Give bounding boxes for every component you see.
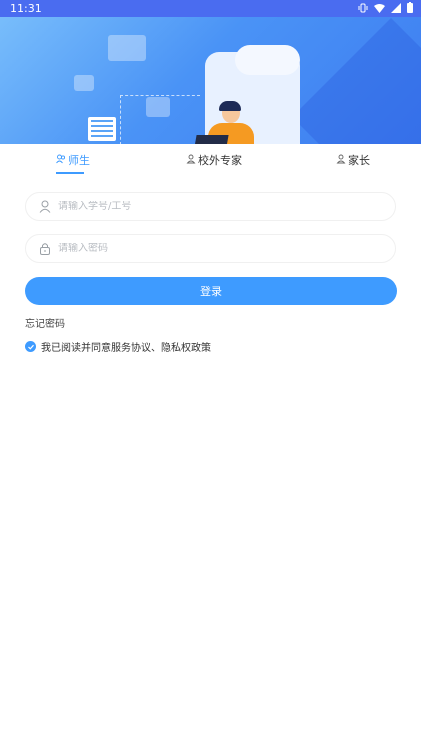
password-field[interactable] xyxy=(25,234,396,263)
tab-label: 师生 xyxy=(68,154,90,167)
vibrate-icon xyxy=(358,3,368,16)
banner-panel xyxy=(108,35,146,61)
user-group-icon xyxy=(56,154,66,167)
lock-icon xyxy=(38,242,52,256)
laptop-illustration xyxy=(193,135,229,144)
status-icons xyxy=(358,2,413,16)
active-tab-indicator xyxy=(56,172,84,174)
banner-scroll xyxy=(235,45,300,75)
agreement-checkbox[interactable] xyxy=(25,341,36,352)
person-icon xyxy=(38,200,52,214)
tab-label: 家长 xyxy=(348,154,370,167)
login-type-tabs: 师生 校外专家 家长 xyxy=(0,144,421,174)
status-bar: 11:31 xyxy=(0,0,421,17)
battery-icon xyxy=(407,2,413,16)
username-field[interactable] xyxy=(25,192,396,221)
person-hair xyxy=(219,101,241,111)
banner-panel xyxy=(74,75,94,91)
table-illustration xyxy=(88,117,116,141)
login-button[interactable]: 登录 xyxy=(25,277,397,305)
tab-label: 校外专家 xyxy=(198,154,242,167)
user-icon xyxy=(186,154,196,167)
forgot-password-link[interactable]: 忘记密码 xyxy=(25,315,65,330)
password-input[interactable] xyxy=(58,243,358,254)
banner-decoration xyxy=(292,18,421,144)
signal-icon xyxy=(391,2,401,16)
tab-teacher-student[interactable]: 师生 xyxy=(56,152,90,168)
agreement-text[interactable]: 我已阅读并同意服务协议、隐私权政策 xyxy=(41,339,211,354)
agreement-row: 我已阅读并同意服务协议、隐私权政策 xyxy=(25,339,211,354)
status-time: 11:31 xyxy=(10,2,42,15)
check-icon xyxy=(27,344,34,350)
tab-external-expert[interactable]: 校外专家 xyxy=(186,152,242,168)
wifi-icon xyxy=(374,3,385,16)
tab-parent[interactable]: 家长 xyxy=(336,152,370,168)
user-icon xyxy=(336,154,346,167)
hero-banner xyxy=(0,17,421,144)
username-input[interactable] xyxy=(58,201,358,212)
banner-connector xyxy=(120,95,200,144)
